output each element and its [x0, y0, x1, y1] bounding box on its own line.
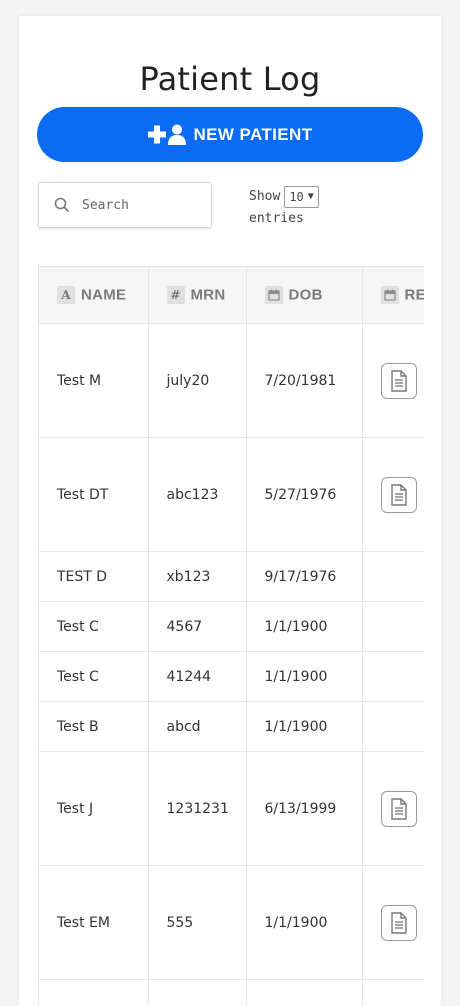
table-row[interactable]: Test Mjuly207/20/1981 — [39, 324, 424, 438]
calendar-icon — [265, 286, 283, 304]
cell-mrn: abcd — [148, 702, 246, 752]
cell-dob: 1/1/1900 — [246, 702, 362, 752]
cell-name — [39, 980, 148, 1006]
cell-report — [362, 866, 424, 980]
column-header-report[interactable]: RE — [362, 267, 424, 324]
number-type-icon: # — [167, 286, 185, 304]
cell-report — [362, 752, 424, 866]
cell-mrn: 41244 — [148, 652, 246, 702]
cell-name: TEST D — [39, 552, 148, 602]
cell-mrn: july20 — [148, 324, 246, 438]
patient-table-container[interactable]: ANAME #MRN DOB RE — [38, 266, 424, 1006]
table-row[interactable]: Test J12312316/13/1999 — [39, 752, 424, 866]
report-document-icon[interactable] — [381, 477, 417, 513]
cell-mrn: 1231231 — [148, 752, 246, 866]
text-type-icon: A — [57, 286, 75, 304]
column-header-name[interactable]: ANAME — [39, 267, 148, 324]
table-row[interactable]: Test DTabc1235/27/1976 — [39, 438, 424, 552]
cell-mrn: xb123 — [148, 552, 246, 602]
cell-dob: 6/13/1999 — [246, 752, 362, 866]
cell-dob: 1/1/1900 — [246, 866, 362, 980]
caret-down-icon: ▼ — [308, 186, 314, 208]
table-header-row: ANAME #MRN DOB RE — [39, 267, 424, 324]
cell-name: Test EM — [39, 866, 148, 980]
search-field[interactable] — [38, 182, 212, 228]
cell-name: Test C — [39, 602, 148, 652]
table-row[interactable]: TEST Dxb1239/17/1976 — [39, 552, 424, 602]
table-row[interactable]: Test C412441/1/1900 — [39, 652, 424, 702]
cell-report — [362, 324, 424, 438]
entries-select[interactable]: 10 ▼ — [284, 186, 318, 208]
report-document-icon[interactable] — [381, 363, 417, 399]
cell-name: Test C — [39, 652, 148, 702]
cell-mrn: 555 — [148, 866, 246, 980]
page-title: Patient Log — [19, 60, 441, 98]
cell-dob: 5/27/1976 — [246, 438, 362, 552]
patient-log-card: Patient Log NEW PATIENT Show 10 ▼ — [19, 16, 441, 1006]
cell-report — [362, 438, 424, 552]
cell-mrn: abc123 — [148, 438, 246, 552]
table-row[interactable] — [39, 980, 424, 1006]
cell-report — [362, 702, 424, 752]
cell-dob: 1/1/1900 — [246, 602, 362, 652]
cell-report — [362, 652, 424, 702]
column-header-mrn[interactable]: #MRN — [148, 267, 246, 324]
add-user-icon — [148, 123, 188, 147]
cell-mrn — [148, 980, 246, 1006]
calendar-icon — [381, 286, 399, 304]
cell-name: Test M — [39, 324, 148, 438]
cell-mrn: 4567 — [148, 602, 246, 652]
entries-select-value: 10 — [289, 186, 303, 208]
report-document-icon[interactable] — [381, 905, 417, 941]
cell-dob: 9/17/1976 — [246, 552, 362, 602]
cell-name: Test B — [39, 702, 148, 752]
show-label: Show — [249, 186, 280, 208]
cell-name: Test DT — [39, 438, 148, 552]
entries-label: entries — [249, 208, 319, 230]
new-patient-button[interactable]: NEW PATIENT — [37, 107, 423, 162]
cell-report — [362, 552, 424, 602]
cell-report — [362, 602, 424, 652]
cell-dob: 1/1/1900 — [246, 652, 362, 702]
cell-name: Test J — [39, 752, 148, 866]
cell-report — [362, 980, 424, 1006]
table-row[interactable]: Test EM5551/1/1900 — [39, 866, 424, 980]
cell-dob — [246, 980, 362, 1006]
patient-table: ANAME #MRN DOB RE — [39, 267, 424, 1006]
entries-control: Show 10 ▼ entries — [249, 186, 319, 230]
new-patient-label: NEW PATIENT — [194, 125, 313, 145]
column-header-dob[interactable]: DOB — [246, 267, 362, 324]
cell-dob: 7/20/1981 — [246, 324, 362, 438]
report-document-icon[interactable] — [381, 791, 417, 827]
table-row[interactable]: Test Babcd1/1/1900 — [39, 702, 424, 752]
search-input[interactable] — [80, 197, 204, 214]
search-icon — [54, 197, 70, 213]
table-row[interactable]: Test C45671/1/1900 — [39, 602, 424, 652]
